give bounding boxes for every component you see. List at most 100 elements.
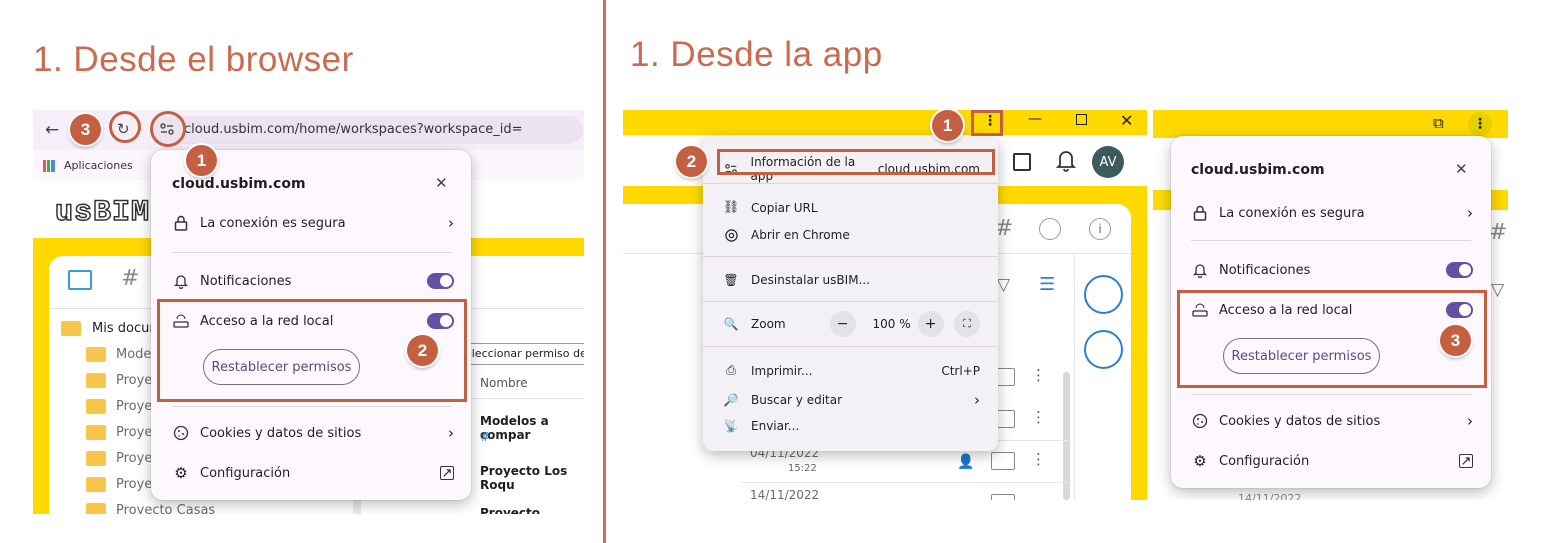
separator xyxy=(703,346,998,347)
menu-item-uninstall[interactable]: 🗑 Desinstalar usBIM... xyxy=(723,273,980,287)
fullscreen-icon[interactable] xyxy=(1013,153,1031,171)
settings-row[interactable]: ⚙ Configuración ↗ xyxy=(172,464,454,482)
more-icon[interactable]: ⋮ xyxy=(1031,408,1046,426)
share-users-button[interactable] xyxy=(1084,275,1123,314)
notifications-row[interactable]: Notificaciones xyxy=(1191,261,1473,279)
back-arrow-icon[interactable]: ← xyxy=(45,120,59,140)
app-dropdown-menu: Información de la app cloud.usbim.com ⛓ … xyxy=(703,136,998,451)
row-divider xyxy=(741,482,1071,483)
hash-icon[interactable]: # xyxy=(1489,220,1507,245)
bell-icon[interactable] xyxy=(1055,148,1077,176)
zoom-out-button[interactable]: − xyxy=(829,311,856,337)
table-row[interactable]: Modelos a compar xyxy=(480,414,584,442)
sidebar-item[interactable]: Proye xyxy=(116,373,152,388)
chevron-right-icon: › xyxy=(448,214,454,232)
separator xyxy=(172,406,452,407)
connection-secure-row[interactable]: La conexión es segura › xyxy=(1191,204,1473,222)
connection-secure-label: La conexión es segura xyxy=(200,215,346,231)
list-view-icon[interactable]: ☰ xyxy=(1039,274,1055,295)
step-badge-2: 2 xyxy=(676,146,707,177)
link-icon: ⛓ xyxy=(722,200,740,215)
avatar[interactable]: AV xyxy=(1092,146,1124,178)
fullscreen-button[interactable]: ⛶ xyxy=(954,311,980,337)
connection-secure-row[interactable]: La conexión es segura › xyxy=(172,214,454,232)
notifications-label: Notificaciones xyxy=(200,273,292,289)
lock-icon xyxy=(1191,204,1209,222)
reload-highlight-ring xyxy=(109,111,141,143)
table-row[interactable]: Proyecto Centro d xyxy=(480,506,584,514)
notifications-label: Notificaciones xyxy=(1219,262,1311,278)
cookie-icon xyxy=(1191,412,1209,430)
cookies-label: Cookies y datos de sitios xyxy=(200,425,362,441)
cookies-row[interactable]: Cookies y datos de sitios › xyxy=(172,424,454,442)
menu-item-zoom: 🔍 Zoom − 100 % + ⛶ xyxy=(723,310,980,338)
folder-outline-icon[interactable] xyxy=(991,494,1015,500)
cloud-icon[interactable] xyxy=(1039,218,1061,240)
notifications-toggle[interactable] xyxy=(1446,262,1473,278)
table-row[interactable]: Proyecto Los Roqu xyxy=(480,464,584,492)
close-icon[interactable]: ✕ xyxy=(435,174,448,192)
find-icon: 🔎 xyxy=(723,393,739,407)
folder-outline-icon[interactable] xyxy=(991,452,1015,470)
folder-icon xyxy=(86,425,106,440)
menu-item-open-chrome[interactable]: Abrir en Chrome xyxy=(723,228,980,242)
sidebar-item[interactable]: Mode xyxy=(116,347,151,362)
menu-item-copy-url[interactable]: ⛓ Copiar URL xyxy=(723,200,980,215)
separator xyxy=(703,301,998,302)
column-header-name[interactable]: Nombre xyxy=(480,376,528,390)
step-badge-3: 3 xyxy=(70,114,101,145)
folder-icon xyxy=(86,373,106,388)
close-icon[interactable]: ✕ xyxy=(1455,160,1468,178)
window-close-icon[interactable]: ✕ xyxy=(1120,111,1133,130)
app-siteinfo-screenshot: ⧉ ⋮ # ▽ 14/11/2022 cloud.usbim.com ✕ La … xyxy=(1153,110,1508,500)
kebab-menu-icon[interactable]: ⋮ xyxy=(1468,112,1492,136)
scrollbar[interactable] xyxy=(1063,372,1070,500)
popup-site: cloud.usbim.com xyxy=(1191,162,1325,178)
bookmark-apps[interactable]: Aplicaciones xyxy=(64,159,133,172)
folder-icon xyxy=(86,477,106,492)
left-heading: 1. Desde el browser xyxy=(33,40,354,79)
sidebar-item[interactable]: Proye xyxy=(116,451,152,466)
hash-tag[interactable]: # xyxy=(480,430,490,444)
user-share-icon[interactable]: 👤 xyxy=(957,454,974,470)
gear-icon: ⚙ xyxy=(1193,452,1207,470)
menu-item-send[interactable]: 📡 Enviar... xyxy=(723,419,980,433)
cookies-row[interactable]: Cookies y datos de sitios › xyxy=(1191,412,1473,430)
filter-icon[interactable]: ▽ xyxy=(997,275,1010,295)
menu-item-find[interactable]: 🔎 Buscar y editar › xyxy=(723,391,980,409)
separator xyxy=(172,252,452,253)
chevron-right-icon: › xyxy=(448,424,454,442)
sidebar-item[interactable]: Proyecto Casas xyxy=(116,503,215,514)
sidebar-item[interactable]: Proye xyxy=(116,399,152,414)
chrome-icon xyxy=(723,228,739,242)
sidebar-item[interactable]: Proye xyxy=(116,425,152,440)
zoom-in-button[interactable]: + xyxy=(917,311,944,337)
step-badge-2: 2 xyxy=(407,335,438,366)
restore-icon[interactable] xyxy=(1076,114,1087,125)
info-icon[interactable]: i xyxy=(1089,218,1111,240)
tools-button[interactable] xyxy=(1084,330,1123,369)
popup-site: cloud.usbim.com xyxy=(172,176,306,192)
settings-label: Configuración xyxy=(1219,453,1310,469)
trash-icon: 🗑 xyxy=(723,273,739,287)
sidebar-item[interactable]: Proye xyxy=(116,477,152,492)
folder-outline-icon[interactable] xyxy=(68,270,92,290)
print-shortcut: Ctrl+P xyxy=(941,363,980,378)
hash-icon[interactable]: # xyxy=(121,266,139,291)
settings-row[interactable]: ⚙ Configuración ↗ xyxy=(1191,452,1473,470)
open-external-icon: ↗ xyxy=(440,465,454,481)
url-text[interactable]: cloud.usbim.com/home/workspaces?workspac… xyxy=(184,122,523,137)
apps-grid-icon[interactable] xyxy=(43,160,55,172)
more-icon[interactable]: ⋮ xyxy=(1031,366,1046,384)
separator xyxy=(703,183,998,184)
more-icon[interactable]: ⋮ xyxy=(1031,450,1046,468)
folder-icon xyxy=(86,503,106,514)
kebab-highlight-box xyxy=(971,110,1003,136)
extension-icon[interactable]: ⧉ xyxy=(1433,114,1444,132)
right-heading: 1. Desde la app xyxy=(630,35,883,74)
notifications-row[interactable]: Notificaciones xyxy=(172,272,454,290)
menu-item-print[interactable]: ⎙ Imprimir... Ctrl+P xyxy=(723,363,980,378)
notifications-toggle[interactable] xyxy=(427,273,454,289)
filter-icon[interactable]: ▽ xyxy=(1491,280,1504,300)
minimize-icon[interactable]: — xyxy=(1028,111,1042,127)
